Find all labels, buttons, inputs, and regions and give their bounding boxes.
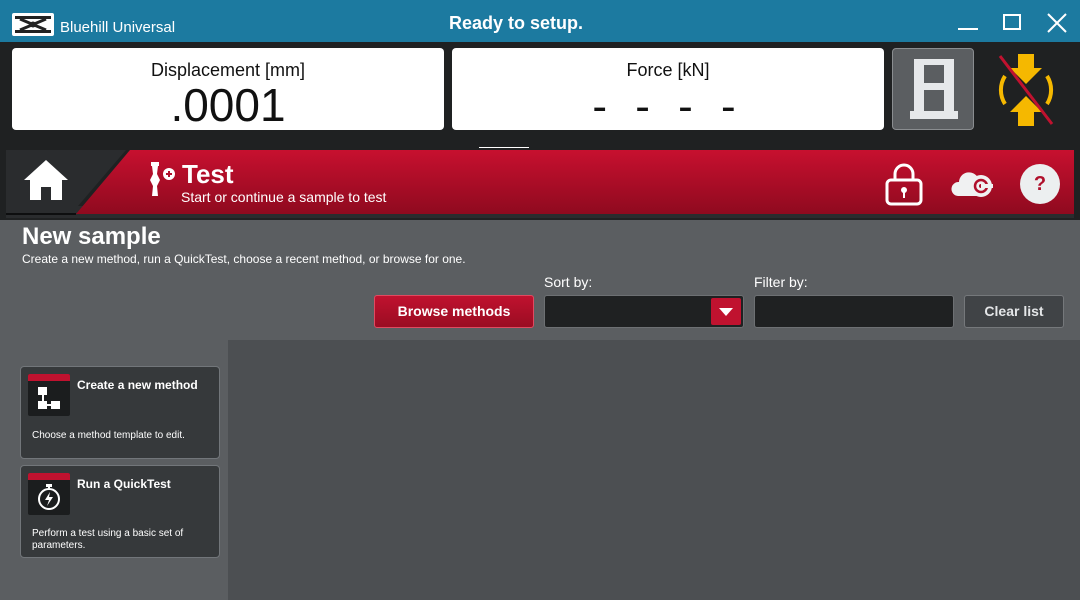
card-title: Run a QuickTest <box>77 477 171 491</box>
filter-label: Filter by: <box>754 274 808 290</box>
status-message: Ready to setup. <box>448 13 584 33</box>
browse-methods-button[interactable]: Browse methods <box>374 295 534 328</box>
maximize-icon[interactable] <box>995 6 1029 38</box>
create-new-method-card[interactable]: Create a new method Choose a method temp… <box>20 366 220 459</box>
panel-drag-handle[interactable] <box>479 140 529 153</box>
displacement-readout[interactable]: Displacement [mm] .0001 <box>12 48 444 131</box>
run-quicktest-card[interactable]: Run a QuickTest Perform a test using a b… <box>20 465 220 558</box>
minimize-icon[interactable] <box>950 6 984 38</box>
chevron-down-icon[interactable] <box>711 298 741 325</box>
cloud-icon[interactable] <box>950 168 996 202</box>
help-icon[interactable]: ? <box>1020 164 1060 204</box>
load-frame-icon[interactable] <box>892 48 974 130</box>
displacement-value: .0001 <box>170 79 286 131</box>
card-title: Create a new method <box>77 378 198 392</box>
filter-input[interactable] <box>754 295 954 328</box>
page-subtitle: Start or continue a sample to test <box>181 189 387 205</box>
section-description: Create a new method, run a QuickTest, ch… <box>22 252 466 266</box>
home-icon[interactable] <box>20 156 72 204</box>
sort-select[interactable] <box>544 295 744 328</box>
test-icon <box>148 162 176 196</box>
title-bar: Bluehill Universal Ready to setup. <box>0 0 1080 42</box>
clear-list-button[interactable]: Clear list <box>964 295 1064 328</box>
lock-icon[interactable] <box>884 162 924 206</box>
live-readouts-panel: Displacement [mm] .0001 Force [kN] - - -… <box>0 42 1080 153</box>
recent-methods-list <box>228 340 1080 600</box>
method-template-icon <box>28 374 70 416</box>
force-label: Force [kN] <box>626 60 710 80</box>
close-icon[interactable] <box>1040 6 1074 38</box>
section-title: New sample <box>22 223 161 250</box>
sort-label: Sort by: <box>544 274 593 290</box>
stopwatch-icon <box>28 473 70 515</box>
force-value: - - - - <box>592 82 744 131</box>
jog-disabled-icon[interactable] <box>990 48 1062 130</box>
card-description: Choose a method template to edit. <box>32 430 185 441</box>
force-readout[interactable]: Force [kN] - - - - <box>452 48 884 131</box>
card-description: Perform a test using a basic set of para… <box>32 528 184 551</box>
page-title: Test <box>182 159 234 189</box>
